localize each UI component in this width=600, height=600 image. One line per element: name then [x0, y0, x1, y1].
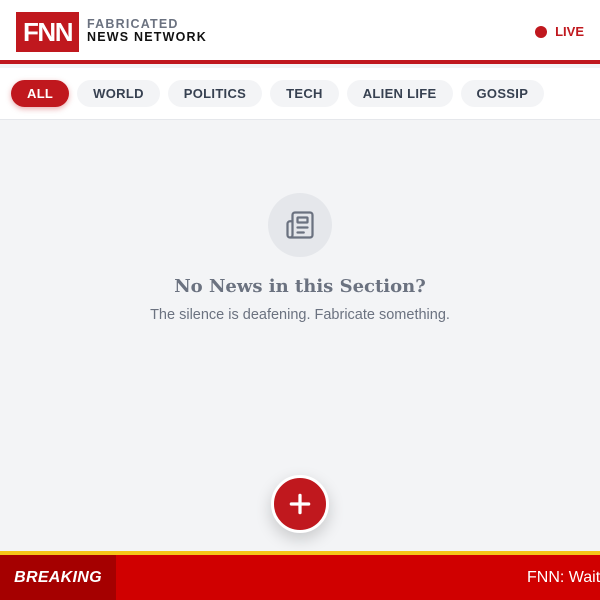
live-indicator[interactable]: LIVE: [535, 24, 584, 39]
category-tabs: ALL WORLD POLITICS TECH ALIEN LIFE GOSSI…: [11, 80, 545, 107]
tab-tech[interactable]: TECH: [270, 80, 339, 107]
tab-alien-life[interactable]: ALIEN LIFE: [346, 80, 453, 107]
empty-state-subtitle: The silence is deafening. Fabricate some…: [150, 307, 450, 323]
tab-politics[interactable]: POLITICS: [167, 80, 263, 107]
plus-icon: [289, 493, 311, 515]
fnn-logo[interactable]: FNN: [16, 12, 79, 52]
app-header: FNN FABRICATED NEWS NETWORK LIVE: [0, 0, 600, 64]
breaking-label: BREAKING: [0, 555, 116, 600]
empty-state-title: No News in this Section?: [174, 276, 426, 297]
empty-state-icon-circle: [268, 193, 332, 257]
live-dot-icon: [535, 25, 548, 38]
tab-gossip[interactable]: GOSSIP: [460, 80, 545, 107]
live-label: LIVE: [555, 24, 584, 39]
breaking-news-ticker: BREAKING FNN: Wait: [0, 551, 600, 600]
brand-line-news-network: NEWS NETWORK: [87, 30, 207, 44]
add-story-button[interactable]: [271, 475, 329, 533]
tab-world[interactable]: WORLD: [77, 80, 160, 107]
tab-all[interactable]: ALL: [11, 80, 70, 107]
newspaper-icon: [286, 211, 314, 239]
ticker-headline[interactable]: FNN: Wait: [527, 555, 600, 600]
category-tabs-bar: ALL WORLD POLITICS TECH ALIEN LIFE GOSSI…: [0, 68, 600, 120]
brand-name: FABRICATED NEWS NETWORK: [87, 18, 207, 44]
